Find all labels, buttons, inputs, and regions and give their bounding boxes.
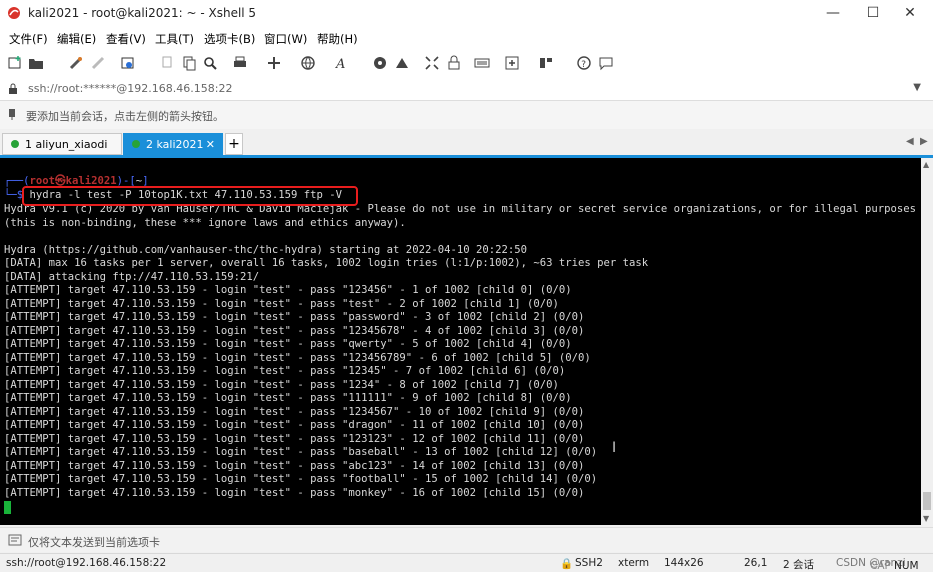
terminal-line: [ATTEMPT] target 47.110.53.159 - login "… (4, 378, 559, 391)
chevron-right-icon[interactable]: ▶ (920, 136, 928, 147)
text-cursor-icon: I (612, 440, 617, 456)
lock-icon: 🔒 (560, 558, 574, 570)
send-input[interactable]: 仅将文本发送到当前选项卡 (28, 534, 160, 550)
lock-icon[interactable] (446, 55, 462, 71)
menu-view[interactable]: 查看(V) (106, 31, 146, 47)
chevron-down-icon[interactable]: ▼ (913, 82, 921, 93)
disconnect-icon[interactable] (90, 55, 106, 71)
lock-icon (9, 83, 17, 94)
close-tab-icon[interactable]: ✕ (206, 138, 215, 151)
status-address: ssh://root@192.168.46.158:22 (6, 557, 167, 569)
menu-help[interactable]: 帮助(H) (317, 31, 358, 47)
terminal-line: [ATTEMPT] target 47.110.53.159 - login "… (4, 432, 585, 445)
send-bar: 仅将文本发送到当前选项卡 (0, 527, 933, 552)
terminal-line: [ATTEMPT] target 47.110.53.159 - login "… (4, 284, 572, 296)
keyboard-icon[interactable] (474, 55, 490, 71)
menu-edit[interactable]: 编辑(E) (57, 31, 96, 47)
menu-tools[interactable]: 工具(T) (155, 31, 194, 47)
status-protocol: SSH2 (575, 557, 603, 569)
terminal-line: [ATTEMPT] target 47.110.53.159 - login "… (4, 486, 585, 499)
scroll-up-icon[interactable]: ▲ (923, 160, 929, 169)
window-title: kali2021 - root@kali2021: ~ - Xshell 5 (28, 6, 257, 20)
terminal-line: [ATTEMPT] target 47.110.53.159 - login "… (4, 459, 585, 472)
menu-window[interactable]: 窗口(W) (264, 31, 307, 47)
status-bar: ssh://root@192.168.46.158:22 🔒 SSH2 xter… (0, 553, 933, 572)
status-dot-icon (132, 140, 140, 148)
tab-label: 2 kali2021 (146, 137, 204, 151)
terminal-line: [DATA] max 16 tasks per 1 server, overal… (4, 257, 649, 269)
compose-icon[interactable] (8, 534, 22, 546)
svg-text:?: ? (581, 60, 586, 70)
scroll-down-icon[interactable]: ▼ (923, 514, 929, 523)
font-icon[interactable]: A (334, 55, 350, 71)
properties-icon[interactable] (120, 55, 136, 71)
pin-icon[interactable] (8, 108, 20, 120)
status-num: NUM (894, 560, 919, 572)
open-folder-icon[interactable] (28, 55, 44, 71)
terminal-line: [ATTEMPT] target 47.110.53.159 - login "… (4, 324, 585, 337)
tab-aliyun-xiaodi[interactable]: 1 aliyun_xiaodi (2, 133, 122, 155)
menu-file[interactable]: 文件(F) (9, 31, 48, 47)
terminal-line: [ATTEMPT] target 47.110.53.159 - login "… (4, 419, 585, 431)
paste-icon[interactable] (181, 55, 197, 71)
terminal-line: [ATTEMPT] target 47.110.53.159 - login "… (4, 351, 591, 364)
layout-icon[interactable] (538, 55, 554, 71)
status-caps: CAP (870, 560, 891, 572)
terminal[interactable]: ┌──(root㉿kali2021)-[~] └─$ hydra -l test… (0, 158, 921, 525)
add-tab-icon[interactable] (504, 55, 520, 71)
new-tab-button[interactable]: + (225, 133, 243, 155)
tab-label: 1 aliyun_xiaodi (25, 137, 108, 151)
connect-icon[interactable] (68, 55, 84, 71)
terminal-line: [DATA] attacking ftp://47.110.53.159:21/ (4, 270, 260, 283)
menu-bar: 文件(F) 编辑(E) 查看(V) 工具(T) 选项卡(B) 窗口(W) 帮助(… (0, 26, 933, 48)
session-hint-bar: 要添加当前会话，点击左侧的箭头按钮。 (0, 101, 933, 129)
toolbar: A ? (0, 48, 933, 79)
terminal-cursor (4, 501, 11, 514)
fullscreen-icon[interactable] (424, 55, 440, 71)
hint-text: 要添加当前会话，点击左侧的箭头按钮。 (26, 110, 224, 123)
terminal-line: [ATTEMPT] target 47.110.53.159 - login "… (4, 365, 566, 377)
globe-icon[interactable] (300, 55, 316, 71)
close-button[interactable]: ✕ (887, 0, 933, 26)
xmanager-icon[interactable] (394, 55, 410, 71)
tab-kali2021[interactable]: 2 kali2021 ✕ (123, 133, 223, 155)
help-icon[interactable]: ? (576, 55, 592, 71)
address-bar: ssh://root:******@192.168.46.158:22 ▼ (0, 78, 933, 101)
chat-icon[interactable] (598, 55, 614, 71)
terminal-line: (this is non-binding, these *** ignore l… (4, 216, 406, 229)
svg-text:A: A (335, 57, 345, 71)
title-bar: kali2021 - root@kali2021: ~ - Xshell 5 —… (0, 0, 933, 26)
highlight-box (22, 186, 358, 206)
terminal-scrollbar[interactable]: ▲ ▼ (921, 158, 933, 525)
terminal-line: [ATTEMPT] target 47.110.53.159 - login "… (4, 338, 572, 350)
xshell-app-icon (8, 7, 20, 19)
address-input[interactable]: ssh://root:******@192.168.46.158:22 (28, 82, 233, 95)
terminal-line: Hydra (https://github.com/vanhauser-thc/… (4, 243, 527, 256)
terminal-line: [ATTEMPT] target 47.110.53.159 - login "… (4, 297, 559, 310)
print-icon[interactable] (232, 55, 248, 71)
xftp-icon[interactable] (372, 55, 388, 71)
chevron-left-icon[interactable]: ◀ (906, 136, 914, 147)
status-position: 26,1 (744, 557, 768, 569)
status-dot-icon (11, 140, 19, 148)
scroll-thumb[interactable] (923, 492, 931, 510)
terminal-line: [ATTEMPT] target 47.110.53.159 - login "… (4, 446, 598, 458)
tab-bar: 1 aliyun_xiaodi 2 kali2021 ✕ + ◀ ▶ (0, 131, 933, 158)
terminal-line: [ATTEMPT] target 47.110.53.159 - login "… (4, 311, 585, 323)
terminal-line: [ATTEMPT] target 47.110.53.159 - login "… (4, 405, 585, 418)
menu-tabs[interactable]: 选项卡(B) (204, 31, 255, 47)
terminal-line: [ATTEMPT] target 47.110.53.159 - login "… (4, 392, 572, 404)
new-session-icon[interactable] (7, 55, 23, 71)
status-term: xterm (618, 557, 650, 569)
find-icon[interactable] (202, 55, 218, 71)
copy-icon[interactable] (160, 55, 176, 71)
transfer-icon[interactable] (266, 55, 282, 71)
status-size: 144x26 (664, 557, 704, 569)
terminal-line: [ATTEMPT] target 47.110.53.159 - login "… (4, 473, 598, 485)
